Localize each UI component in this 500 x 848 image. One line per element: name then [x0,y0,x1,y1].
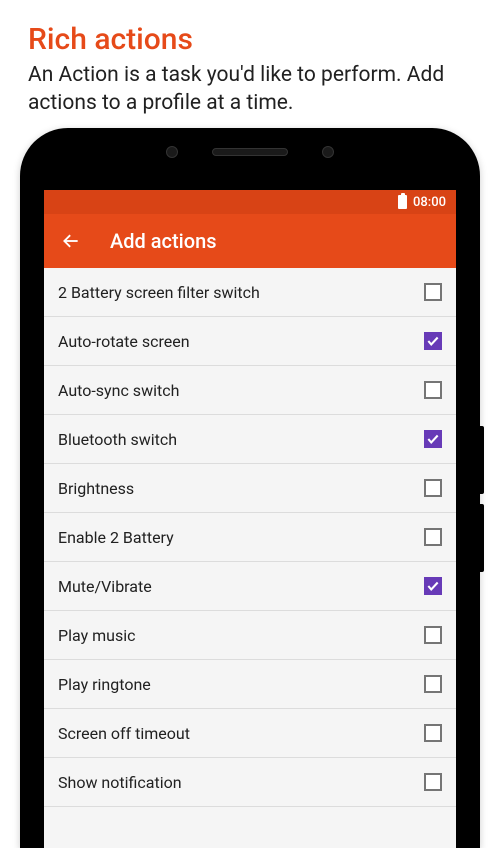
app-bar-title: Add actions [110,229,217,253]
list-item-label: Play ringtone [58,675,151,694]
list-item-label: Brightness [58,479,134,498]
list-item[interactable]: Bluetooth switch [44,415,456,464]
list-item[interactable]: Enable 2 Battery [44,513,456,562]
list-item-label: Auto-rotate screen [58,332,190,351]
checkbox[interactable] [424,479,442,497]
back-arrow-icon[interactable] [60,230,82,252]
page-subtitle: An Action is a task you'd like to perfor… [0,61,500,118]
list-item[interactable]: Mute/Vibrate [44,562,456,611]
list-item[interactable]: Screen off timeout [44,709,456,758]
checkbox[interactable] [424,381,442,399]
checkbox[interactable] [424,430,442,448]
earpiece [212,148,288,156]
list-item[interactable]: Play ringtone [44,660,456,709]
list-item[interactable]: Play music [44,611,456,660]
status-bar: 08:00 [44,190,456,214]
list-item-label: Show notification [58,773,182,792]
list-item-label: Screen off timeout [58,724,190,743]
list-item[interactable]: Auto-rotate screen [44,317,456,366]
list-item-label: Enable 2 Battery [58,528,174,547]
check-icon [426,432,440,446]
list-item[interactable]: Brightness [44,464,456,513]
phone-side-button [479,504,484,572]
list-item-label: Play music [58,626,135,645]
checkbox[interactable] [424,773,442,791]
checkbox[interactable] [424,283,442,301]
actions-list[interactable]: 2 Battery screen filter switch Auto-rotat… [44,268,456,848]
checkbox[interactable] [424,577,442,595]
list-item[interactable]: Auto-sync switch [44,366,456,415]
phone-screen: 08:00 Add actions 2 Battery screen filte… [44,190,456,848]
checkbox[interactable] [424,724,442,742]
check-icon [426,334,440,348]
list-item-label: Bluetooth switch [58,430,177,449]
checkbox[interactable] [424,528,442,546]
camera-dot [166,146,178,158]
list-item-label: Mute/Vibrate [58,577,152,596]
battery-icon [398,195,407,209]
page-title: Rich actions [0,0,500,61]
checkbox[interactable] [424,626,442,644]
status-time: 08:00 [413,195,446,210]
check-icon [426,579,440,593]
list-item[interactable]: Show notification [44,758,456,807]
list-item-label: Auto-sync switch [58,381,179,400]
phone-side-button [479,426,484,494]
list-item-label: 2 Battery screen filter switch [58,283,260,302]
sensor-dot [322,146,334,158]
checkbox[interactable] [424,675,442,693]
phone-frame: 08:00 Add actions 2 Battery screen filte… [20,128,480,848]
app-bar: Add actions [44,214,456,268]
list-item[interactable]: 2 Battery screen filter switch [44,268,456,317]
checkbox[interactable] [424,332,442,350]
